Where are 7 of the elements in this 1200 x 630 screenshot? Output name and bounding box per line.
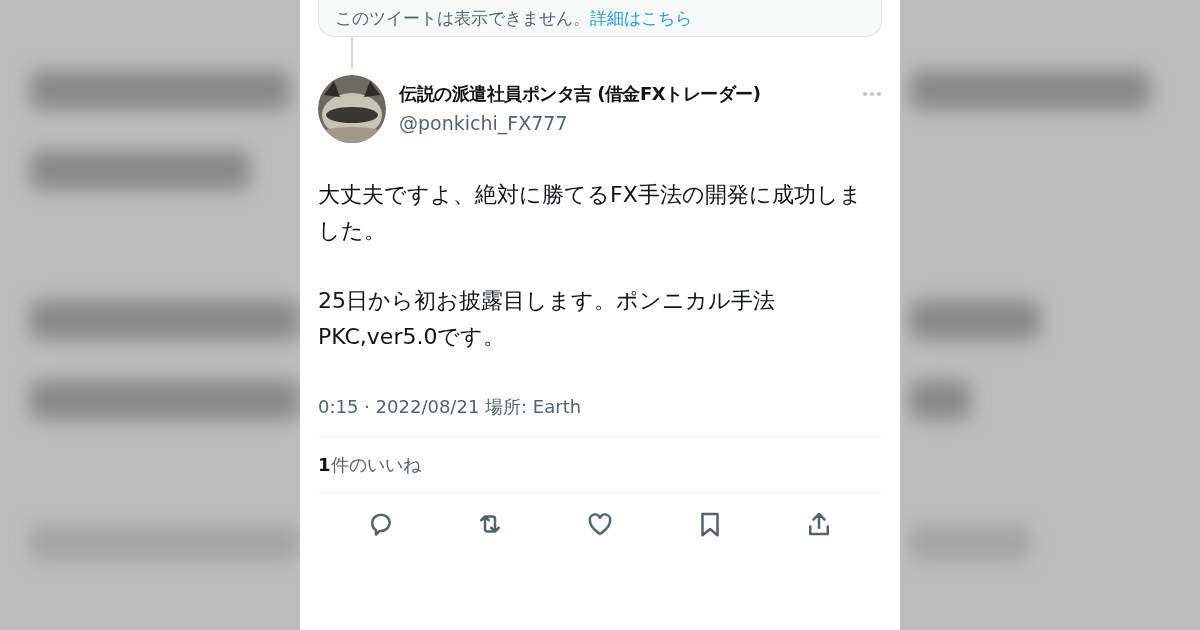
author-name[interactable]: 伝説の派遣社員ポンタ吉 (借金FXトレーダー) [399, 80, 761, 108]
tweet-text: 大丈夫ですよ、絶対に勝てるFX手法の開発に成功しました。 [318, 181, 863, 245]
tweet-text: 25日から初お披露目します。ポンニカル手法PKC,ver5.0です。 [318, 287, 776, 351]
notice-text: このツイートは表示できません。 [335, 10, 590, 27]
like-count[interactable]: 1件のいいね [318, 437, 882, 492]
timestamp: 0:15 · 2022/08/21 場所: Earth [318, 395, 583, 419]
author-handle[interactable]: @ponkichi_FX777 [399, 109, 882, 138]
